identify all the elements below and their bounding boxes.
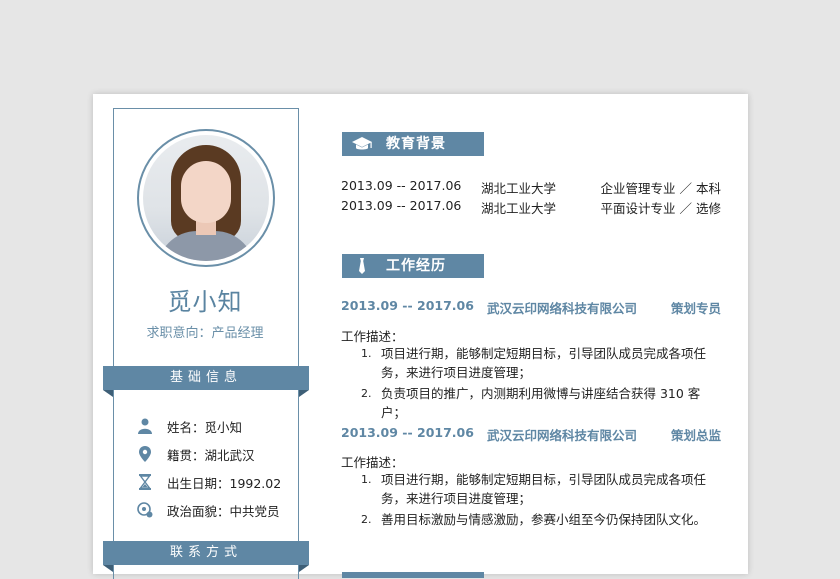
job-description-label: 工作描述：	[341, 329, 404, 344]
info-row-birthdate: 出生日期：1992.02	[137, 472, 281, 492]
next-section-title-bar	[342, 572, 484, 578]
section-ribbon-basic-info: 基础信息	[103, 366, 309, 397]
job-header: 2013.09 -- 2017.06 武汉云印网络科技有限公司 策划专员	[341, 298, 721, 316]
section-ribbon-contact: 联系方式	[103, 541, 309, 572]
education-row: 2013.09 -- 2017.06 湖北工业大学 企业管理专业 ／ 本科	[341, 178, 721, 196]
info-row-hometown: 籍贯：湖北武汉	[137, 444, 255, 464]
profile-name: 觅小知	[167, 288, 243, 316]
job-description-label: 工作描述：	[341, 455, 404, 470]
graduation-cap-icon	[351, 135, 373, 153]
job-header: 2013.09 -- 2017.06 武汉云印网络科技有限公司 策划总监	[341, 425, 721, 443]
badge-icon	[137, 502, 153, 518]
profile-photo	[143, 135, 269, 261]
person-icon	[137, 418, 153, 434]
location-pin-icon	[137, 446, 153, 462]
info-row-name: 姓名：觅小知	[137, 416, 242, 436]
section-title-work: 工作经历	[342, 254, 484, 278]
avatar	[137, 129, 275, 267]
hourglass-icon	[137, 474, 153, 490]
tie-icon	[351, 257, 373, 275]
info-row-political-status: 政治面貌：中共党员	[137, 500, 280, 520]
job-intent: 求职意向：产品经理	[146, 326, 264, 341]
education-row: 2013.09 -- 2017.06 湖北工业大学 平面设计专业 ／ 选修	[341, 198, 721, 216]
resume-page: 觅小知 求职意向：产品经理 基础信息 姓名：觅小知 籍贯：湖北武汉 出生日期：1…	[93, 94, 748, 579]
section-title-education: 教育背景	[342, 132, 484, 156]
